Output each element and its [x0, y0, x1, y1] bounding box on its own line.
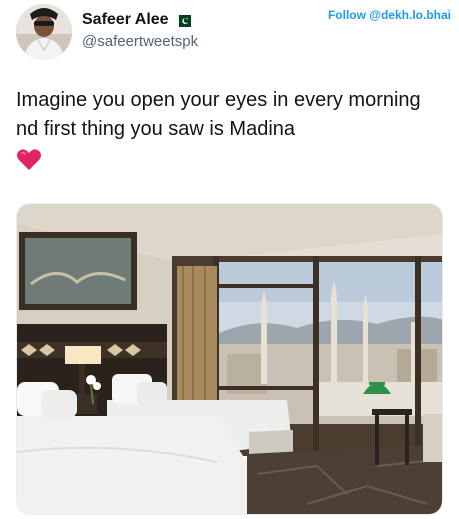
- pakistan-flag-icon: [174, 14, 191, 27]
- tweet-body: Imagine you open your eyes in every morn…: [16, 86, 446, 172]
- avatar[interactable]: [16, 4, 72, 60]
- display-name[interactable]: Safeer Alee: [82, 11, 169, 29]
- tweet-header: Safeer Alee @safeertweetspk Follow @dekh…: [0, 0, 459, 70]
- follow-watermark: Follow @dekh.lo.bhai: [327, 8, 451, 22]
- tweet-text: Imagine you open your eyes in every morn…: [16, 89, 421, 140]
- tweet-photo[interactable]: [16, 203, 443, 515]
- red-heart-icon: [16, 148, 42, 172]
- author-block: Safeer Alee @safeertweetspk: [82, 10, 198, 50]
- handle[interactable]: @safeertweetspk: [82, 33, 198, 50]
